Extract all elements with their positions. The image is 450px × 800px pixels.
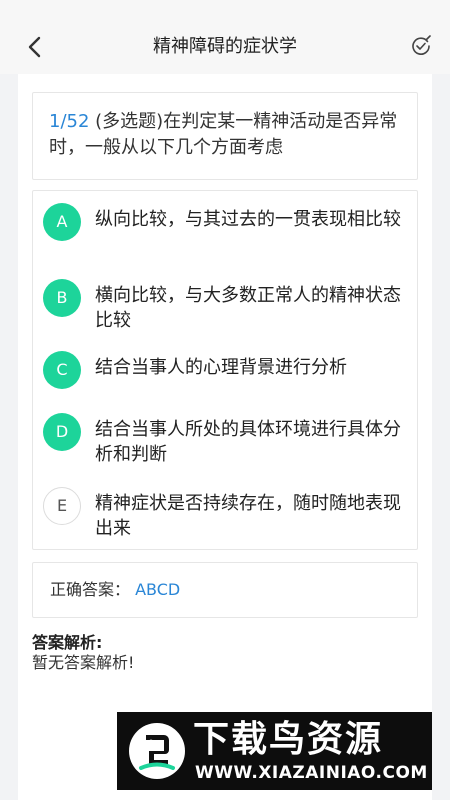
option-letter-c: C: [43, 351, 81, 389]
mark-button[interactable]: [410, 35, 432, 57]
option-text-c: 结合当事人的心理背景进行分析: [95, 357, 347, 378]
analysis-title: 答案解析:: [32, 633, 103, 652]
option-text-a: 纵向比较，与其过去的一贯表现相比较: [95, 209, 401, 230]
watermark-url: WWW.XIAZAINIAO.COM: [195, 763, 428, 783]
option-text-b: 横向比较，与大多数正常人的精神状态比较: [95, 285, 401, 331]
analysis-text: 暂无答案解析!: [32, 653, 135, 672]
question-card: 1/52 (多选题)在判定某一精神活动是否异常时，一般从以下几个方面考虑: [32, 92, 418, 180]
correct-answer-label: 正确答案：: [50, 580, 131, 599]
question-index: 1/52: [49, 111, 90, 132]
question-content: 1/52 (多选题)在判定某一精神活动是否异常时，一般从以下几个方面考虑 A 纵…: [18, 74, 432, 800]
option-letter-d: D: [43, 413, 81, 451]
check-circle-edit-icon: [412, 35, 431, 55]
option-text-d: 结合当事人所处的具体环境进行具体分析和判断: [95, 419, 401, 465]
option-text-e: 精神症状是否持续存在，随时随地表现出来: [95, 493, 401, 539]
option-letter-e: E: [43, 487, 81, 525]
question-text: (多选题)在判定某一精神活动是否异常时，一般从以下几个方面考虑: [49, 111, 398, 158]
page-title: 精神障碍的症状学: [153, 36, 297, 57]
app-header: 精神障碍的症状学: [0, 0, 450, 74]
bird-logo-icon: [129, 723, 185, 779]
watermark-title: 下载鸟资源: [193, 719, 384, 760]
correct-answer-value: ABCD: [135, 580, 181, 599]
watermark-banner: 下载鸟资源 WWW.XIAZAINIAO.COM: [117, 712, 432, 790]
option-letter-b: B: [43, 279, 81, 317]
options-list: A 纵向比较，与其过去的一贯表现相比较 B 横向比较，与大多数正常人的精神状态比…: [32, 190, 418, 550]
option-letter-a: A: [43, 203, 81, 241]
correct-answer: 正确答案： ABCD: [32, 562, 418, 618]
